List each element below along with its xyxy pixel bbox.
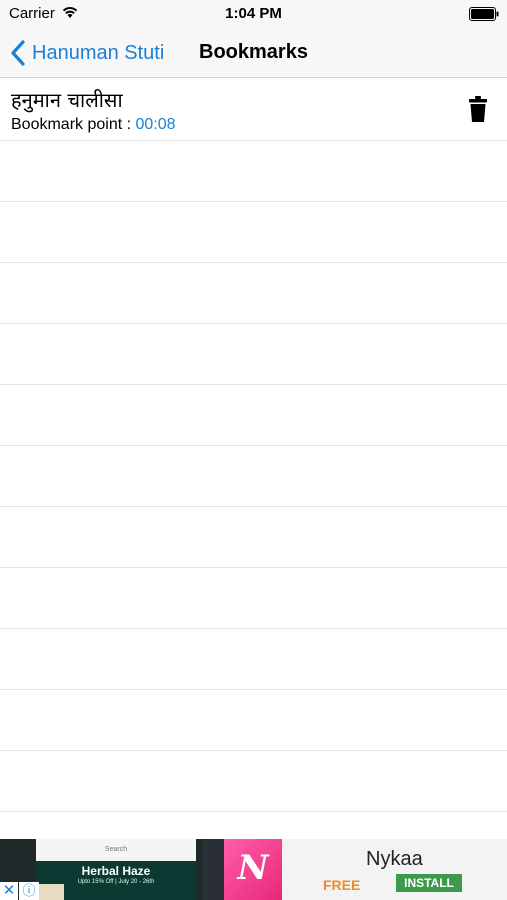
battery-icon [469, 7, 499, 21]
bookmark-point: Bookmark point : 00:08 [11, 116, 176, 134]
bookmark-name: हनुमान चालीसा [11, 88, 123, 112]
bookmark-list: हनुमान चालीसा Bookmark point : 00:08 [0, 80, 507, 812]
bookmark-point-value: 00:08 [135, 116, 176, 133]
install-button[interactable]: INSTALL [396, 874, 462, 892]
bookmark-row[interactable]: हनुमान चालीसा Bookmark point : 00:08 [0, 80, 507, 141]
ad-divider [202, 839, 224, 900]
ad-banner[interactable]: Search Herbal Haze Upto 15% Off | July 2… [0, 839, 507, 900]
bookmarks-screen: Carrier 1:04 PM Hanuman Stuti Bookmarks … [0, 0, 507, 900]
empty-row [0, 690, 507, 751]
empty-row [0, 507, 507, 568]
trash-icon[interactable] [469, 96, 487, 122]
navigation-bar: Hanuman Stuti Bookmarks [0, 28, 507, 78]
back-button-label: Hanuman Stuti [32, 41, 165, 64]
page-title: Bookmarks [199, 41, 308, 63]
ad-price: FREE [323, 877, 361, 893]
ad-product-image [38, 884, 64, 900]
empty-row [0, 263, 507, 324]
empty-row [0, 324, 507, 385]
empty-row [0, 385, 507, 446]
ad-info-icon[interactable]: ⓘ [19, 882, 39, 900]
status-time: 1:04 PM [225, 5, 282, 22]
ad-phone-search: Search [36, 839, 196, 861]
empty-row [0, 446, 507, 507]
ad-headline: Herbal Haze [81, 864, 151, 878]
ad-app-name: Nykaa [366, 848, 423, 870]
empty-row [0, 751, 507, 812]
empty-row [0, 202, 507, 263]
empty-row [0, 141, 507, 202]
ad-close-icon[interactable]: ✕ [0, 882, 18, 900]
empty-row [0, 629, 507, 690]
nykaa-logo-icon: N [224, 839, 282, 900]
status-bar: Carrier 1:04 PM [0, 0, 507, 28]
empty-row [0, 568, 507, 629]
chevron-left-icon [11, 40, 25, 66]
bookmark-point-label: Bookmark point : [11, 116, 136, 133]
back-button[interactable]: Hanuman Stuti [10, 38, 164, 68]
